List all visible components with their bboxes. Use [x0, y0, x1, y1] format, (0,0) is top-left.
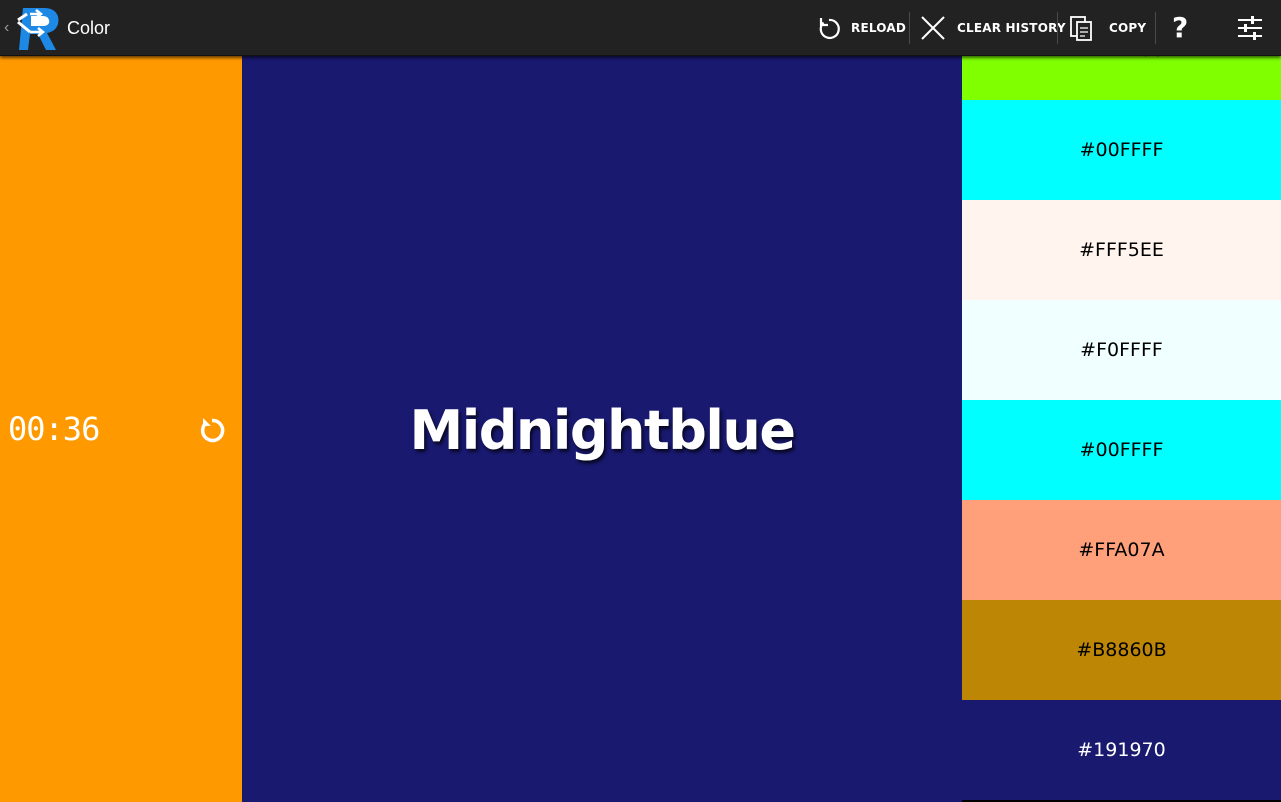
color-app: ‹ Color RELOAD CLEAR HISTORY COPY ? 00:3… — [0, 0, 1281, 802]
history-hex-label: #FFF5EE — [1079, 239, 1164, 261]
reset-icon[interactable] — [196, 413, 228, 445]
close-icon — [921, 16, 945, 40]
action-bar: ‹ Color RELOAD CLEAR HISTORY COPY ? — [0, 0, 1281, 56]
settings-sliders-icon — [1238, 16, 1262, 40]
color-history-list[interactable]: #7FFF00 #00FFFF #FFF5EE #F0FFFF #00FFFF #FFA0… — [962, 56, 1281, 802]
history-swatch[interactable]: #7FFF00 — [962, 56, 1281, 100]
history-hex-label: #FFA07A — [1078, 539, 1165, 561]
help-icon: ? — [1172, 11, 1189, 44]
history-swatch[interactable]: #191970 — [962, 700, 1281, 800]
clear-history-button[interactable]: CLEAR HISTORY — [919, 0, 1066, 56]
app-logo-icon[interactable] — [16, 4, 62, 52]
current-color-name: Midnightblue — [409, 399, 797, 462]
divider — [1057, 12, 1058, 44]
timer-display: 00:36 — [8, 410, 100, 448]
copy-label: COPY — [1109, 21, 1147, 35]
history-hex-label: #B8860B — [1076, 639, 1167, 661]
current-color-panel[interactable]: Midnightblue — [242, 56, 962, 802]
up-caret-icon[interactable]: ‹ — [4, 16, 14, 40]
history-swatch[interactable]: #00FFFF — [962, 400, 1281, 500]
history-swatch[interactable]: #B8860B — [962, 600, 1281, 700]
settings-button[interactable] — [1236, 0, 1264, 56]
reload-label: RELOAD — [851, 21, 906, 35]
divider — [909, 12, 910, 44]
divider — [1155, 12, 1156, 44]
reload-icon — [819, 18, 840, 40]
history-swatch[interactable]: #FFF5EE — [962, 200, 1281, 300]
history-swatch[interactable]: #00FFFF — [962, 100, 1281, 200]
history-hex-label: #7FFF00 — [1079, 56, 1164, 61]
history-swatch[interactable]: #FFA07A — [962, 500, 1281, 600]
help-button[interactable]: ? — [1172, 0, 1188, 56]
app-title: Color — [67, 18, 111, 38]
timer-panel: 00:36 — [0, 56, 242, 802]
history-scroll-content: #7FFF00 #00FFFF #FFF5EE #F0FFFF #00FFFF #FFA0… — [962, 56, 1281, 800]
clear-history-label: CLEAR HISTORY — [957, 21, 1066, 35]
copy-button[interactable]: COPY — [1068, 0, 1146, 56]
history-hex-label: #F0FFFF — [1080, 339, 1163, 361]
history-swatch[interactable]: #F0FFFF — [962, 300, 1281, 400]
history-hex-label: #00FFFF — [1079, 439, 1164, 461]
history-hex-label: #191970 — [1077, 739, 1166, 761]
reload-button[interactable]: RELOAD — [815, 0, 906, 56]
copy-icon — [1070, 16, 1092, 41]
history-hex-label: #00FFFF — [1079, 139, 1164, 161]
